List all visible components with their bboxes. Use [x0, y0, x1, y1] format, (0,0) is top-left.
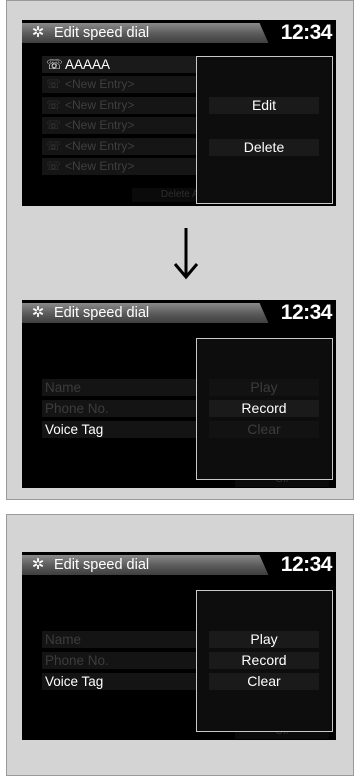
phone-number-field[interactable]: Phone No.: [42, 400, 198, 417]
delete-option[interactable]: Delete: [209, 139, 319, 156]
speed-dial-entry[interactable]: ☏ <New Entry>: [42, 76, 216, 93]
phone-icon: ☏: [46, 98, 62, 112]
screen-title: Edit speed dial: [54, 305, 150, 321]
speed-dial-entry[interactable]: ☏ <New Entry>: [42, 158, 216, 175]
phone-icon: ☏: [46, 159, 62, 173]
record-option[interactable]: Record: [209, 652, 319, 669]
phone-icon: ☏: [46, 118, 62, 132]
voice-tag-field[interactable]: Voice Tag: [42, 421, 198, 438]
speed-dial-entry[interactable]: ☏ <New Entry>: [42, 117, 216, 134]
phone-icon: ☏: [46, 57, 63, 72]
speed-dial-entry[interactable]: ☏ <New Entry>: [42, 97, 216, 114]
header-bar: ✲ Edit speed dial 12:34: [22, 552, 336, 578]
clock: 12:34: [280, 553, 333, 576]
play-option[interactable]: Play: [209, 631, 319, 648]
clock: 12:34: [280, 21, 333, 44]
record-option[interactable]: Record: [209, 400, 319, 417]
header-bar: ✲ Edit speed dial 12:34: [22, 20, 336, 46]
voice-tag-options-menu: Play Record Clear: [196, 590, 333, 732]
speed-dial-entry[interactable]: ☏ AAAAA: [42, 56, 216, 73]
screen-voice-tag-menu-recorded: ✲ Edit speed dial 12:34 Name Phone No. V…: [22, 552, 336, 740]
screen-edit-speed-dial-list: ✲ Edit speed dial 12:34 ☏ AAAAA ☏ <New Ent…: [22, 20, 336, 206]
options-menu: Edit Delete: [196, 56, 333, 204]
gear-icon: ✲: [31, 24, 45, 41]
phone-icon: ☏: [46, 139, 62, 153]
phone-icon: ☏: [46, 77, 62, 91]
screen-voice-tag-menu: ✲ Edit speed dial 12:34 Name Phone No. V…: [22, 300, 336, 488]
screen-title: Edit speed dial: [54, 557, 150, 573]
phone-number-field[interactable]: Phone No.: [42, 652, 198, 669]
voice-tag-options-menu: Play Record Clear: [196, 338, 333, 480]
header-bar: ✲ Edit speed dial 12:34: [22, 300, 336, 326]
name-field[interactable]: Name: [42, 631, 198, 648]
name-field[interactable]: Name: [42, 379, 198, 396]
clear-option[interactable]: Clear: [209, 421, 319, 438]
clock: 12:34: [280, 301, 333, 324]
clear-option[interactable]: Clear: [209, 673, 319, 690]
down-arrow-icon: [173, 228, 199, 280]
screen-title: Edit speed dial: [54, 25, 150, 41]
play-option[interactable]: Play: [209, 379, 319, 396]
gear-icon: ✲: [31, 556, 45, 573]
speed-dial-entry[interactable]: ☏ <New Entry>: [42, 138, 216, 155]
voice-tag-field[interactable]: Voice Tag: [42, 673, 198, 690]
edit-option[interactable]: Edit: [209, 97, 319, 114]
gear-icon: ✲: [31, 304, 45, 321]
